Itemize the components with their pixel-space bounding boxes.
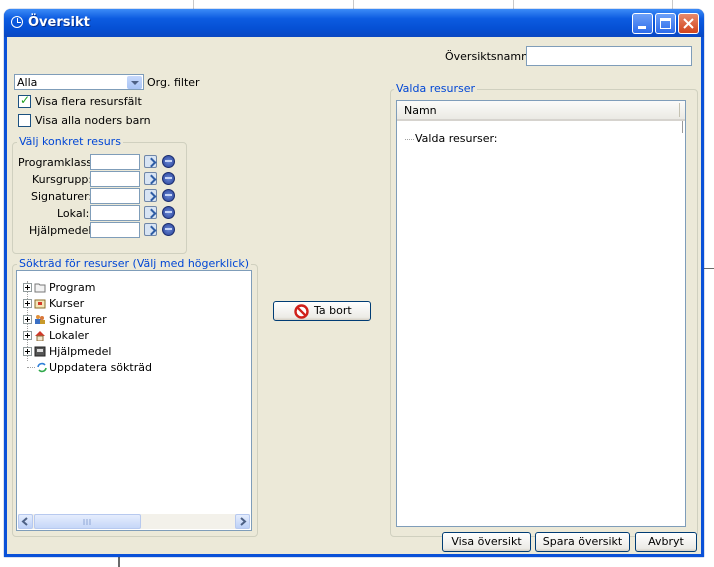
clear-lokal-icon[interactable] [162, 206, 175, 219]
signaturer-label: Signaturer: [31, 190, 93, 203]
minimize-button[interactable] [632, 13, 653, 34]
selected-resources-list[interactable]: Namn Valda resurser: [396, 100, 686, 527]
background-grid-line [513, 0, 514, 9]
pick-lokal-icon[interactable] [144, 206, 157, 219]
show-multiple-label: Visa flera resursfält [35, 95, 142, 108]
pick-hjalpmedel-icon[interactable] [144, 223, 157, 236]
cancel-button[interactable]: Avbryt [635, 532, 697, 552]
tree-item-signaturer[interactable]: Signaturer [49, 313, 107, 326]
maximize-button[interactable] [655, 13, 676, 34]
pick-programklass-icon[interactable] [144, 155, 157, 168]
expand-lokaler-icon[interactable] [23, 331, 32, 340]
expand-signaturer-icon[interactable] [23, 315, 32, 324]
tree-guide [27, 367, 35, 368]
expand-kurser-icon[interactable] [23, 299, 32, 308]
tree-item-hjalpmedel[interactable]: Hjälpmedel [49, 345, 111, 358]
chevron-left-icon [21, 517, 28, 526]
pick-signaturer-icon[interactable] [144, 189, 157, 202]
clear-hjalpmedel-icon[interactable] [162, 223, 175, 236]
selected-resources-legend: Valda resurser [394, 82, 477, 95]
lokal-label: Lokal: [57, 207, 90, 220]
no-entry-icon [294, 304, 309, 319]
minimize-icon [638, 26, 646, 29]
column-divider [679, 103, 680, 117]
expand-hjalpmedel-icon[interactable] [23, 347, 32, 356]
remove-button-label: Ta bort [314, 304, 352, 317]
close-button[interactable] [678, 13, 699, 34]
list-separator [682, 121, 683, 133]
tree-guide [405, 139, 414, 140]
expand-program-icon[interactable] [23, 283, 32, 292]
lokal-field[interactable] [90, 205, 140, 221]
show-multiple-checkbox[interactable]: ✓ [18, 93, 31, 108]
chevron-down-icon[interactable] [127, 76, 142, 89]
search-tree[interactable]: Program Kurser Signaturer Lokaler Hjälpm… [16, 270, 252, 531]
org-filter-select[interactable]: Alla [14, 74, 144, 90]
dialog-body: Översiktsnamn: Alla Org. filter ✓ Visa f… [7, 37, 701, 554]
maximize-icon [660, 18, 671, 29]
house-icon [35, 331, 45, 341]
tree-item-lokaler[interactable]: Lokaler [49, 329, 89, 342]
background-grid-line [353, 0, 354, 9]
kursgrupp-label: Kursgrupp: [32, 173, 93, 186]
clear-programklass-icon[interactable] [162, 155, 175, 168]
clear-signaturer-icon[interactable] [162, 189, 175, 202]
title-bar[interactable]: Översikt [4, 9, 704, 37]
grip-icon [83, 519, 91, 525]
show-overview-button[interactable]: Visa översikt [442, 532, 531, 552]
chevron-right-icon [240, 517, 247, 526]
equipment-icon [34, 346, 46, 357]
course-icon [34, 299, 46, 309]
remove-button[interactable]: Ta bort [273, 301, 371, 321]
scroll-thumb[interactable] [34, 514, 141, 529]
scroll-right-button[interactable] [235, 514, 250, 529]
save-overview-button[interactable]: Spara översikt [535, 532, 630, 552]
programklass-label: Programklass: [18, 156, 96, 169]
window-title: Översikt [28, 15, 90, 30]
dialog-window: Översikt Översiktsnamn: Alla Org. filter… [4, 9, 704, 557]
specific-resource-legend: Välj konkret resurs [17, 135, 123, 148]
close-icon [683, 18, 694, 29]
show-all-children-label: Visa alla noders barn [35, 114, 151, 127]
kursgrupp-field[interactable] [90, 171, 140, 187]
programklass-field[interactable] [90, 154, 140, 170]
column-header-namn[interactable]: Namn [397, 101, 685, 121]
org-filter-value: Alla [17, 76, 38, 89]
tree-item-program[interactable]: Program [49, 281, 95, 294]
refresh-icon [37, 362, 47, 373]
background-grid-line [672, 0, 673, 9]
column-header-label: Namn [404, 104, 437, 117]
background-grid-line [193, 0, 194, 9]
signaturer-field[interactable] [90, 188, 140, 204]
hjalpmedel-label: Hjälpmedel: [29, 224, 96, 237]
users-icon [35, 315, 45, 324]
background-grid-line [704, 268, 714, 269]
org-filter-label: Org. filter [147, 76, 200, 89]
clock-icon [11, 16, 23, 28]
tree-item-uppdatera[interactable]: Uppdatera sökträd [49, 361, 152, 374]
show-all-children-checkbox[interactable] [18, 114, 31, 127]
folder-icon [34, 283, 46, 293]
background-grid-line [118, 557, 120, 567]
search-tree-legend: Sökträd för resurser (Välj med högerklic… [17, 257, 251, 270]
hjalpmedel-field[interactable] [90, 222, 140, 238]
scroll-left-button[interactable] [18, 514, 33, 529]
clear-kursgrupp-icon[interactable] [162, 172, 175, 185]
selected-root-node[interactable]: Valda resurser: [415, 132, 498, 145]
tree-item-kurser[interactable]: Kurser [49, 297, 84, 310]
pick-kursgrupp-icon[interactable] [144, 172, 157, 185]
search-tree-scrollbar[interactable] [18, 514, 250, 529]
overview-name-field[interactable] [526, 46, 692, 66]
overview-name-label: Översiktsnamn: [445, 50, 532, 63]
checkmark-icon: ✓ [20, 93, 31, 107]
